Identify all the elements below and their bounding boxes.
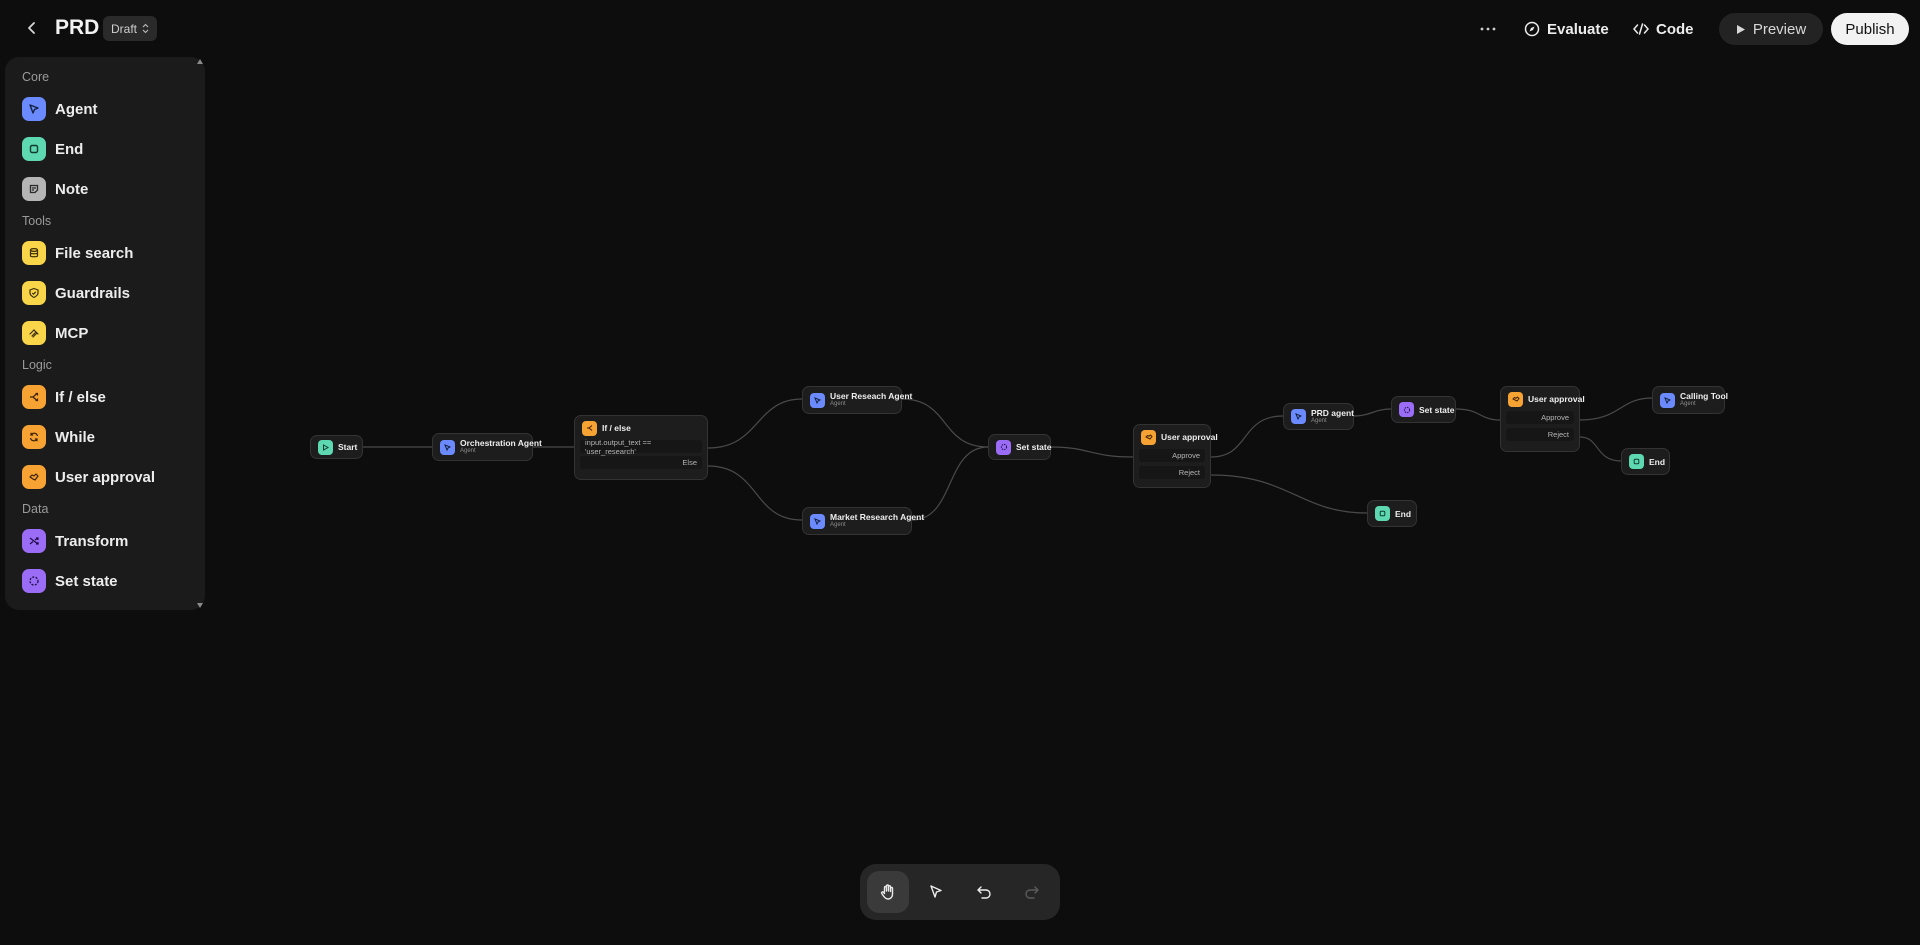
set-state-icon [996, 439, 1011, 455]
node-type: Agent [830, 522, 846, 529]
node-user-approval[interactable]: User approval Approve Reject [1133, 424, 1218, 488]
agent-icon [440, 439, 455, 455]
node-end[interactable]: End [1367, 500, 1417, 527]
node-label: User approval [1161, 432, 1218, 442]
agent-icon [810, 392, 825, 408]
node-label: Start [338, 442, 358, 452]
node-label: Calling Tool [1680, 391, 1729, 402]
node-orchestration-agent[interactable]: Orchestration Agent Agent [432, 433, 542, 461]
edge-ifelse-user-research [707, 398, 803, 449]
user-approval-icon [1508, 391, 1523, 407]
node-calling-tool[interactable]: Calling Tool Agent [1652, 386, 1729, 414]
hand-tool-button[interactable] [867, 871, 909, 913]
if-else-icon [582, 420, 597, 436]
node-label: PRD agent [1311, 407, 1354, 418]
node-label: User approval [1528, 394, 1585, 404]
edge-reject-end [1210, 474, 1368, 514]
pointer-tool-button[interactable] [915, 871, 957, 913]
node-market-research-agent[interactable]: Market Research Agent Agent [802, 507, 924, 535]
edge-approve-calling-tool [1579, 397, 1653, 421]
node-type: Agent [460, 448, 476, 455]
redo-icon [1025, 886, 1039, 899]
canvas-toolbar [860, 864, 1060, 920]
edge-market-research-set-state [911, 446, 989, 521]
edge-prd-set-state [1353, 408, 1392, 417]
agent-icon [1291, 409, 1306, 424]
set-state-icon [1399, 402, 1414, 417]
undo-button[interactable] [963, 871, 1005, 913]
agent-icon [810, 513, 825, 529]
else-row[interactable]: Else [580, 456, 702, 469]
node-label: User Reseach Agent [830, 391, 913, 402]
node-label: Orchestration Agent [460, 438, 542, 449]
approve-row[interactable]: Approve [1139, 449, 1205, 462]
edge-user-research-set-state [901, 398, 989, 448]
node-label: If / else [602, 423, 631, 433]
node-type: Agent [1311, 417, 1327, 424]
node-type: Agent [830, 401, 846, 408]
user-approval-icon [1141, 429, 1156, 445]
node-if-else[interactable]: If / else input.output_text == 'user_res… [574, 415, 708, 480]
agent-icon [1660, 392, 1675, 408]
node-label: Set state [1016, 442, 1052, 452]
end-icon [1375, 506, 1390, 521]
node-label: Market Research Agent [830, 512, 925, 523]
node-start[interactable]: Start [310, 435, 363, 459]
hand-icon [880, 884, 894, 900]
play-icon [318, 439, 333, 455]
node-user-research-agent[interactable]: User Reseach Agent Agent [802, 386, 912, 414]
edge-approve-prd [1210, 415, 1284, 458]
node-prd-agent[interactable]: PRD agent Agent [1283, 403, 1354, 430]
node-label: End [1395, 508, 1412, 519]
node-user-approval-2[interactable]: User approval Approve Reject [1500, 386, 1585, 452]
node-set-state[interactable]: Set state [988, 434, 1051, 460]
undo-icon [977, 886, 991, 899]
pointer-icon [930, 885, 942, 898]
edge-ifelse-market-research [707, 465, 803, 521]
edge-set-state-approval [1050, 446, 1134, 458]
edge-reject-end-2 [1579, 436, 1622, 462]
node-label: Set state [1419, 404, 1455, 415]
edge-set-state-approval-2 [1455, 408, 1501, 421]
approve-row[interactable]: Approve [1506, 411, 1574, 424]
if-condition-row[interactable]: input.output_text == 'user_research' [580, 438, 702, 456]
node-label: End [1649, 456, 1666, 467]
reject-row[interactable]: Reject [1139, 466, 1205, 479]
node-end-2[interactable]: End [1621, 448, 1670, 475]
end-icon [1629, 454, 1644, 469]
redo-button[interactable] [1011, 871, 1053, 913]
reject-row[interactable]: Reject [1506, 428, 1574, 441]
node-set-state-2[interactable]: Set state [1391, 396, 1456, 423]
node-type: Agent [1680, 401, 1696, 408]
